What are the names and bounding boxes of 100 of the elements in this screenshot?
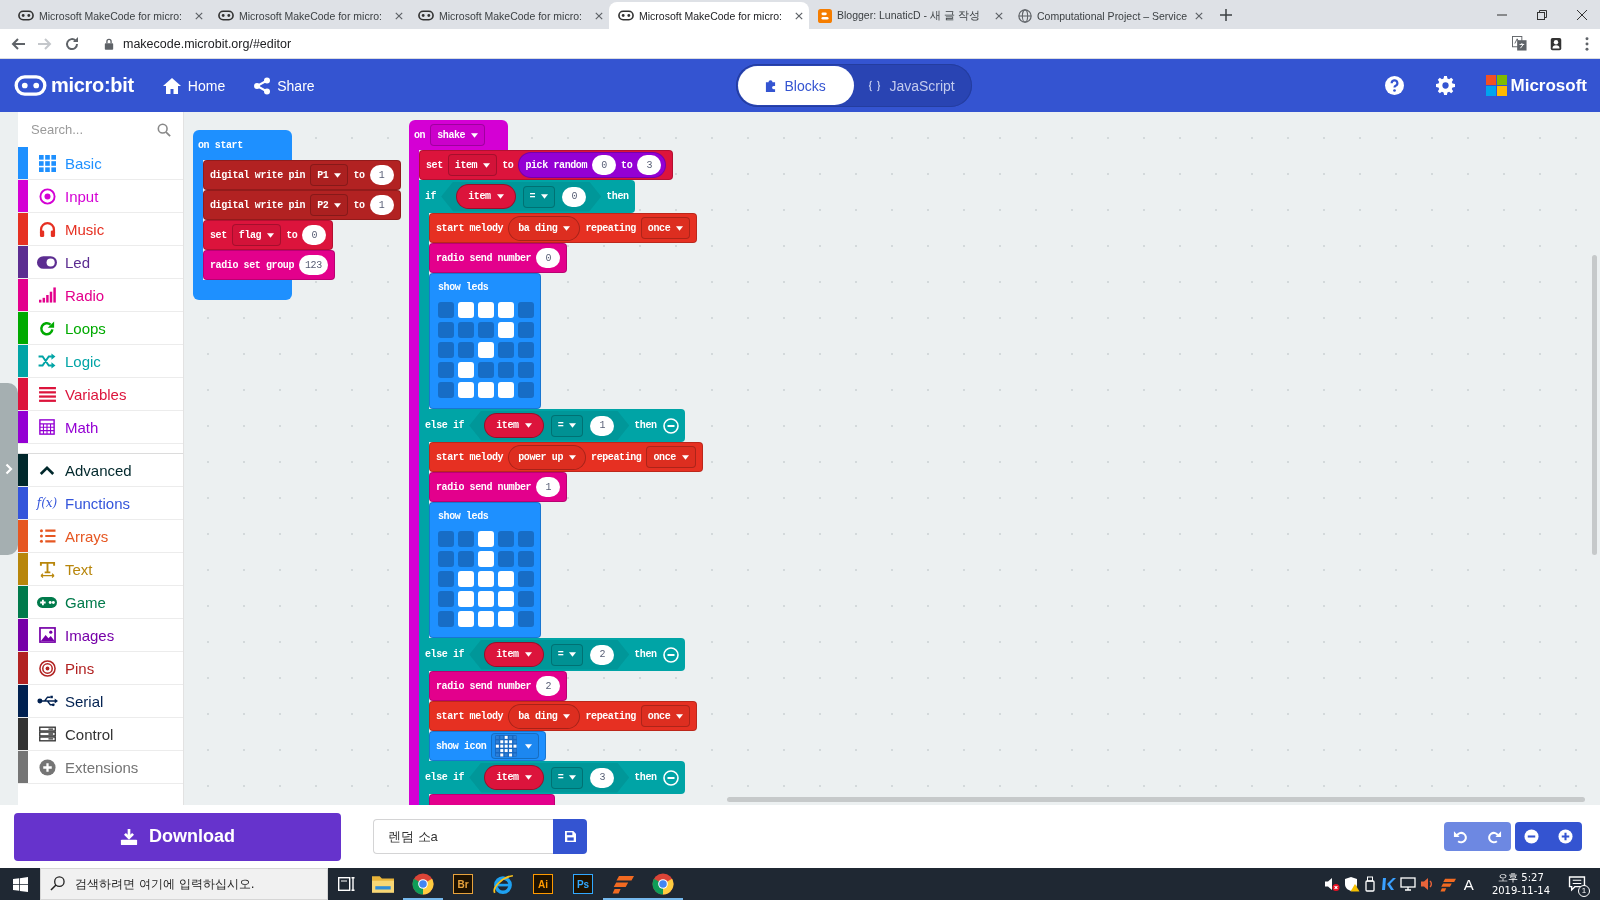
profile-icon[interactable]	[1549, 35, 1563, 52]
menu-icon[interactable]	[1585, 36, 1589, 51]
taskbar-app[interactable]: Ps	[563, 868, 603, 900]
code-block[interactable]: start melody power up repeating once	[429, 442, 703, 472]
melody-dropdown[interactable]: ba ding	[508, 215, 581, 241]
category-item[interactable]: f(x) Functions	[18, 487, 183, 520]
app-icon[interactable]	[1439, 876, 1456, 892]
dropdown[interactable]: P1	[310, 164, 349, 186]
event-block[interactable]: on shake	[409, 120, 508, 150]
led-toggle[interactable]	[518, 302, 534, 318]
home-button[interactable]: Home	[161, 76, 226, 95]
back-icon[interactable]	[10, 35, 26, 52]
led-toggle[interactable]	[518, 591, 534, 607]
dropdown[interactable]: shake	[430, 124, 486, 146]
category-item[interactable]: Led	[18, 246, 183, 279]
browser-tab[interactable]: Microsoft MakeCode for micro:	[9, 2, 209, 29]
close-icon[interactable]	[1195, 11, 1203, 20]
category-item[interactable]: Variables	[18, 378, 183, 411]
browser-tab[interactable]: Microsoft MakeCode for micro:	[209, 2, 409, 29]
dropdown[interactable]: =	[550, 643, 584, 666]
search-icon[interactable]	[157, 122, 171, 137]
code-block[interactable]: set flag to 0	[203, 220, 334, 250]
else-if-block[interactable]: else if item = 1 then	[419, 409, 685, 442]
category-item[interactable]: Serial	[18, 685, 183, 718]
melody-dropdown[interactable]: ba ding	[508, 703, 581, 729]
comparison-block[interactable]: item = 0	[441, 181, 602, 212]
dropdown[interactable]: flag	[231, 224, 282, 246]
led-toggle[interactable]	[438, 531, 454, 547]
save-button[interactable]	[553, 819, 587, 854]
input-method-indicator[interactable]: A	[1463, 875, 1474, 893]
zoom-out-button[interactable]	[1515, 822, 1549, 851]
led-toggle[interactable]	[518, 342, 534, 358]
reload-icon[interactable]	[64, 35, 80, 52]
led-toggle[interactable]	[438, 322, 454, 338]
category-item[interactable]: Music	[18, 213, 183, 246]
zoom-in-button[interactable]	[1548, 822, 1582, 851]
led-toggle[interactable]	[478, 531, 494, 547]
led-toggle[interactable]	[458, 322, 474, 338]
view-tab[interactable]: JavaScript	[853, 66, 970, 105]
project-name-field[interactable]: 렌덤 소a	[373, 819, 553, 854]
code-block[interactable]: radio set group 123	[203, 250, 335, 280]
led-toggle[interactable]	[478, 551, 494, 567]
close-icon[interactable]	[795, 11, 803, 20]
dropdown[interactable]: =	[522, 185, 556, 208]
led-toggle[interactable]	[478, 611, 494, 627]
if-block[interactable]: if item = 0 then	[419, 180, 635, 213]
category-item[interactable]: Pins	[18, 652, 183, 685]
led-toggle[interactable]	[478, 382, 494, 398]
number-field[interactable]: 0	[562, 186, 587, 207]
translate-icon[interactable]	[1512, 36, 1527, 51]
dropdown[interactable]: once	[640, 705, 691, 727]
led-toggle[interactable]	[438, 571, 454, 587]
led-toggle[interactable]	[438, 342, 454, 358]
comparison-block[interactable]: item = 3	[469, 762, 630, 793]
logo-link[interactable]: micro:bit	[14, 74, 134, 97]
led-toggle[interactable]	[458, 302, 474, 318]
led-toggle[interactable]	[518, 551, 534, 567]
help-icon[interactable]	[1384, 76, 1404, 95]
else-if-block[interactable]: else if item = 2 then	[419, 638, 685, 671]
led-toggle[interactable]	[458, 571, 474, 587]
led-toggle[interactable]	[438, 611, 454, 627]
flyout-toggle[interactable]	[0, 383, 18, 555]
shield-warning-icon[interactable]	[1343, 876, 1360, 892]
close-icon[interactable]	[595, 11, 603, 20]
category-item[interactable]: Images	[18, 619, 183, 652]
led-toggle[interactable]	[458, 362, 474, 378]
minus-circle-icon[interactable]	[662, 646, 679, 663]
led-toggle[interactable]	[498, 382, 514, 398]
led-toggle[interactable]	[438, 382, 454, 398]
clock-date[interactable]: 2019-11-14	[1491, 884, 1550, 897]
else-if-block[interactable]: else if item = 3 then	[419, 761, 685, 794]
clock-time[interactable]: 오후 5:27	[1498, 871, 1544, 884]
reporter-block[interactable]: pick random 0 to 3	[518, 152, 667, 178]
number-field[interactable]: 0	[302, 225, 327, 245]
code-block[interactable]: start melody ba ding repeating once	[429, 213, 698, 243]
settings-icon[interactable]	[1435, 76, 1455, 95]
dropdown[interactable]: once	[646, 446, 696, 468]
advanced-toggle[interactable]: Advanced	[18, 454, 183, 487]
number-field[interactable]: 0	[536, 248, 561, 268]
variable-dropdown[interactable]: item	[484, 765, 544, 790]
taskbar-app[interactable]: Br	[443, 868, 483, 900]
led-toggle[interactable]	[498, 611, 514, 627]
restore-icon[interactable]	[1537, 9, 1547, 20]
dropdown[interactable]: item	[447, 154, 498, 176]
led-toggle[interactable]	[438, 302, 454, 318]
number-field[interactable]: 123	[299, 255, 328, 275]
variable-dropdown[interactable]: item	[484, 642, 544, 667]
vertical-scrollbar[interactable]	[1592, 255, 1597, 555]
led-toggle[interactable]	[518, 382, 534, 398]
notification-icon[interactable]	[1568, 876, 1586, 892]
dropdown[interactable]: once	[640, 217, 691, 239]
dropdown[interactable]: =	[550, 414, 584, 437]
comparison-block[interactable]: item = 1	[469, 410, 630, 441]
minus-circle-icon[interactable]	[662, 769, 679, 786]
led-toggle[interactable]	[478, 362, 494, 378]
led-toggle[interactable]	[498, 531, 514, 547]
led-toggle[interactable]	[498, 322, 514, 338]
new-tab-icon[interactable]	[1220, 8, 1232, 21]
number-field[interactable]: 3	[637, 155, 662, 175]
number-field[interactable]: 1	[590, 415, 615, 436]
